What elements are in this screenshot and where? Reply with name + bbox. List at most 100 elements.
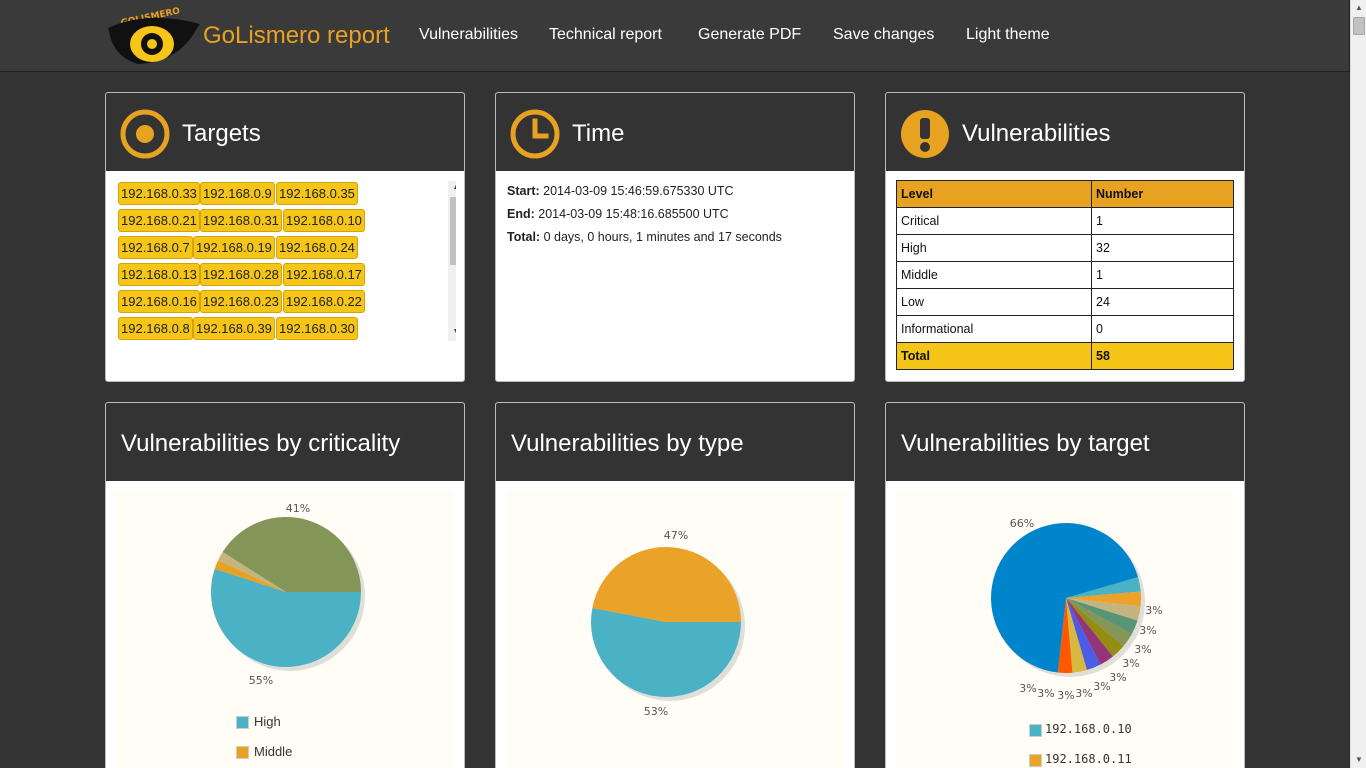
number-cell: 1 bbox=[1091, 207, 1234, 235]
legend-swatch bbox=[236, 746, 249, 759]
type-pie-chart[interactable]: 47% 53% bbox=[506, 491, 844, 768]
total-time-row: Total: 0 days, 0 hours, 1 minutes and 17… bbox=[507, 230, 782, 244]
page-scrollbar[interactable]: ▲ ▼ bbox=[1350, 0, 1366, 768]
time-panel-header: Time bbox=[496, 93, 854, 171]
criticality-chart-panel: Vulnerabilities by criticality 41% 55% Hi… bbox=[105, 402, 465, 768]
targets-title: Targets bbox=[182, 120, 261, 147]
pie-percent-label: 3% bbox=[1037, 687, 1054, 700]
number-cell: 1 bbox=[1091, 261, 1234, 289]
column-header-number: Number bbox=[1091, 180, 1234, 208]
target-tag[interactable]: 192.168.0.19 bbox=[193, 236, 275, 259]
table-row: Informational 0 bbox=[896, 315, 1234, 343]
golismero-logo[interactable]: GOLISMERO bbox=[108, 6, 200, 68]
table-row: Critical 1 bbox=[896, 207, 1234, 235]
pie-percent-label: 47% bbox=[664, 529, 688, 542]
vulnerabilities-panel: Vulnerabilities Level Number Critical 1 … bbox=[885, 92, 1245, 382]
target-tag[interactable]: 192.168.0.35 bbox=[276, 182, 358, 205]
targets-scrollbar-thumb[interactable] bbox=[450, 197, 456, 265]
page-scrollbar-thumb[interactable] bbox=[1353, 17, 1365, 35]
time-title: Time bbox=[572, 120, 625, 147]
level-cell: Low bbox=[896, 288, 1092, 316]
target-tag[interactable]: 192.168.0.23 bbox=[200, 290, 282, 313]
scroll-down-arrow-icon[interactable]: ▼ bbox=[448, 325, 456, 339]
brand-title[interactable]: GoLismero report bbox=[203, 22, 390, 50]
target-tag[interactable]: 192.168.0.31 bbox=[200, 209, 282, 232]
legend-swatch bbox=[1029, 724, 1042, 737]
level-cell: High bbox=[896, 234, 1092, 262]
legend-swatch bbox=[1029, 754, 1042, 767]
pie-percent-label: 3% bbox=[1139, 624, 1156, 637]
criticality-chart-title: Vulnerabilities by criticality bbox=[121, 430, 401, 457]
number-cell: 32 bbox=[1091, 234, 1234, 262]
start-label: Start: bbox=[507, 184, 540, 198]
pie-slice[interactable] bbox=[592, 546, 741, 622]
nav-technical-report[interactable]: Technical report bbox=[549, 26, 662, 44]
pie-percent-label: 3% bbox=[1134, 643, 1151, 656]
legend-label: Middle bbox=[254, 744, 293, 759]
target-tag[interactable]: 192.168.0.22 bbox=[283, 290, 365, 313]
criticality-pie-chart[interactable]: 41% 55% bbox=[116, 491, 454, 768]
target-tag[interactable]: 192.168.0.39 bbox=[193, 317, 275, 340]
table-row: High 32 bbox=[896, 234, 1234, 262]
total-label: Total: bbox=[507, 230, 541, 244]
total-value: 0 days, 0 hours, 1 minutes and 17 second… bbox=[543, 230, 782, 244]
level-cell: Informational bbox=[896, 315, 1092, 343]
target-tag[interactable]: 192.168.0.8 bbox=[118, 317, 193, 340]
type-chart-title: Vulnerabilities by type bbox=[511, 430, 744, 457]
start-value: 2014-03-09 15:46:59.675330 UTC bbox=[543, 184, 734, 198]
target-tag[interactable]: 192.168.0.16 bbox=[118, 290, 200, 313]
level-cell: Middle bbox=[896, 261, 1092, 289]
exclamation-icon bbox=[901, 110, 949, 158]
legend-label: High bbox=[254, 714, 281, 729]
table-header-row: Level Number bbox=[896, 180, 1234, 208]
legend-label: 192.168.0.10 bbox=[1045, 722, 1132, 736]
scroll-down-arrow-icon[interactable]: ▼ bbox=[1351, 752, 1366, 768]
target-tag[interactable]: 192.168.0.28 bbox=[200, 263, 282, 286]
nav-generate-pdf[interactable]: Generate PDF bbox=[698, 26, 801, 44]
targets-list[interactable]: 192.168.0.33 192.168.0.9 192.168.0.35 19… bbox=[116, 181, 456, 341]
target-tag[interactable]: 192.168.0.13 bbox=[118, 263, 200, 286]
nav-save-changes[interactable]: Save changes bbox=[833, 26, 934, 44]
end-label: End: bbox=[507, 207, 535, 221]
target-tag[interactable]: 192.168.0.9 bbox=[200, 182, 275, 205]
nav-vulnerabilities[interactable]: Vulnerabilities bbox=[419, 26, 518, 44]
end-value: 2014-03-09 15:48:16.685500 UTC bbox=[538, 207, 729, 221]
top-navbar: GOLISMERO GoLismero report Vulnerabiliti… bbox=[0, 0, 1350, 72]
target-tag[interactable]: 192.168.0.24 bbox=[276, 236, 358, 259]
pie-percent-label: 3% bbox=[1057, 689, 1074, 702]
clock-icon bbox=[510, 109, 560, 159]
pie-percent-label: 55% bbox=[249, 674, 273, 687]
pie-percent-label: 3% bbox=[1145, 604, 1162, 617]
level-cell: Critical bbox=[896, 207, 1092, 235]
start-time-row: Start: 2014-03-09 15:46:59.675330 UTC bbox=[507, 184, 734, 198]
table-row: Low 24 bbox=[896, 288, 1234, 316]
targets-panel-header: Targets bbox=[106, 93, 464, 171]
pie-percent-label: 3% bbox=[1109, 671, 1126, 684]
type-chart-area: 47% 53% bbox=[506, 491, 844, 768]
criticality-chart-header: Vulnerabilities by criticality bbox=[106, 403, 464, 481]
nav-light-theme[interactable]: Light theme bbox=[966, 26, 1050, 44]
table-total-row: Total 58 bbox=[896, 342, 1234, 370]
target-tag[interactable]: 192.168.0.10 bbox=[283, 209, 365, 232]
vulnerabilities-table: Level Number Critical 1 High 32 Middle 1… bbox=[896, 180, 1234, 370]
table-row: Middle 1 bbox=[896, 261, 1234, 289]
targets-panel: Targets 192.168.0.33 192.168.0.9 192.168… bbox=[105, 92, 465, 382]
legend-label: 192.168.0.11 bbox=[1045, 752, 1132, 766]
type-chart-panel: Vulnerabilities by type 47% 53% bbox=[495, 402, 855, 768]
target-tag[interactable]: 192.168.0.7 bbox=[118, 236, 193, 259]
pie-percent-label: 41% bbox=[286, 502, 310, 515]
criticality-chart-area: 41% 55% High Middle bbox=[116, 491, 454, 768]
pie-percent-label: 3% bbox=[1075, 687, 1092, 700]
target-chart-panel: Vulnerabilities by target 66% 3% 3% 3% 3% 3% 3… bbox=[885, 402, 1245, 768]
pie-percent-label: 3% bbox=[1122, 657, 1139, 670]
target-tag[interactable]: 192.168.0.30 bbox=[276, 317, 358, 340]
targets-scrollbar[interactable]: ▲ ▼ bbox=[448, 181, 456, 341]
scroll-up-arrow-icon[interactable]: ▲ bbox=[1351, 0, 1366, 16]
scroll-up-arrow-icon[interactable]: ▲ bbox=[448, 181, 456, 195]
target-tag[interactable]: 192.168.0.21 bbox=[118, 209, 200, 232]
target-tag[interactable]: 192.168.0.33 bbox=[118, 182, 200, 205]
target-icon bbox=[120, 109, 170, 159]
target-tag[interactable]: 192.168.0.17 bbox=[283, 263, 365, 286]
legend-swatch bbox=[236, 716, 249, 729]
pie-percent-label: 3% bbox=[1019, 682, 1036, 695]
